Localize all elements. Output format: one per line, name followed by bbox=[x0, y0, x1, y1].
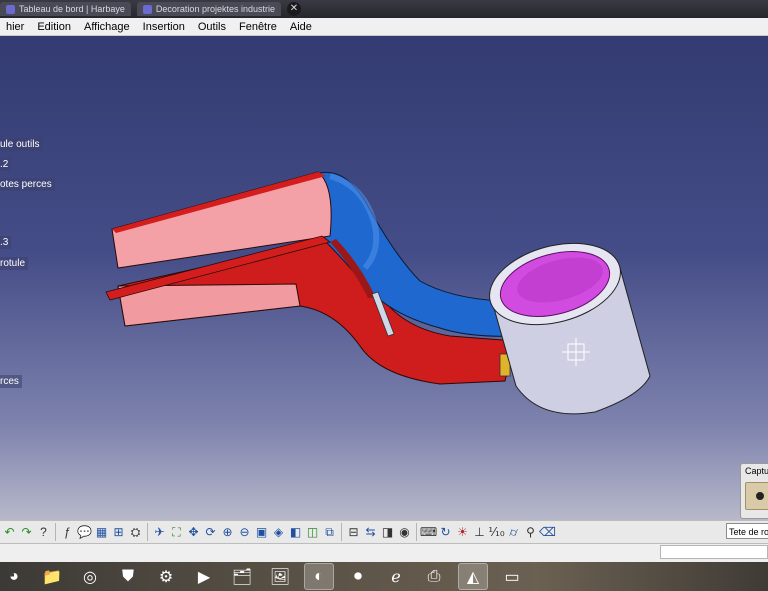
toolbar-separator bbox=[147, 523, 148, 541]
update-icon[interactable]: ⌨ bbox=[420, 523, 437, 541]
window-tab-strip: Tableau de bord | Harbaye Decoration pro… bbox=[0, 0, 768, 18]
menu-insertion[interactable]: Insertion bbox=[137, 21, 192, 33]
tab-app-icon bbox=[142, 4, 152, 14]
file-explorer-icon[interactable]: 📁 bbox=[38, 564, 66, 589]
window-tab-label: Decoration projektes industrie bbox=[155, 4, 275, 14]
redo-icon[interactable]: ↷ bbox=[19, 523, 34, 541]
numeric-icon[interactable]: ⅒ bbox=[488, 523, 504, 541]
printer-icon[interactable]: ⎙ bbox=[420, 564, 448, 589]
security-icon[interactable]: ⛊ bbox=[114, 564, 142, 589]
zoom-out-icon[interactable]: ⊖ bbox=[237, 523, 252, 541]
snapshot-icon[interactable]: ◉ bbox=[397, 523, 412, 541]
toolbar-separator bbox=[341, 523, 342, 541]
settings-gear-icon[interactable]: ⚙ bbox=[152, 564, 180, 589]
chrome-icon[interactable]: ◐ bbox=[304, 563, 334, 590]
fly-mode-icon[interactable]: ✈ bbox=[152, 523, 167, 541]
shading-icon[interactable]: ◧ bbox=[288, 523, 303, 541]
recorder-icon[interactable]: ⏺ bbox=[344, 564, 372, 589]
3d-viewport[interactable]: ule outils .2 otes perces .3 rotule rces bbox=[0, 36, 768, 520]
menu-aide[interactable]: Aide bbox=[284, 21, 319, 33]
close-icon[interactable]: ✕ bbox=[286, 2, 301, 16]
capture-panel-title: Captu bbox=[745, 466, 768, 476]
menu-outils[interactable]: Outils bbox=[192, 21, 233, 33]
iso-view-icon[interactable]: ◈ bbox=[271, 523, 286, 541]
pan-icon[interactable]: ✥ bbox=[186, 523, 201, 541]
paint-icon[interactable]: 🖼 bbox=[266, 564, 294, 589]
window-tab-2[interactable]: Decoration projektes industrie bbox=[136, 2, 281, 16]
window-tab-label: Tableau de bord | Harbaye bbox=[19, 4, 125, 14]
capture-panel: Captu bbox=[740, 463, 768, 519]
video-icon[interactable]: ▶ bbox=[190, 564, 218, 589]
status-input[interactable] bbox=[660, 545, 768, 559]
folder-icon[interactable]: 🗂 bbox=[228, 564, 256, 589]
window-tab-1[interactable]: Tableau de bord | Harbaye bbox=[0, 2, 131, 16]
bottom-toolbar: ↶ ↷ ? ƒ 💬 ▦ ⊞ ⛭ ✈ ⛶ ✥ ⟳ ⊕ ⊖ ▣ ◈ ◧ ◫ ⧉ ⊟ … bbox=[0, 520, 768, 544]
status-bar bbox=[0, 544, 768, 562]
hierarchy-icon[interactable]: ⊞ bbox=[111, 523, 126, 541]
measure-icon[interactable]: ◨ bbox=[380, 523, 395, 541]
cylinder-icon[interactable]: ⌭ bbox=[506, 523, 521, 541]
table-icon[interactable]: ▦ bbox=[94, 523, 109, 541]
media-player-icon[interactable]: ◎ bbox=[76, 564, 104, 589]
axis-icon[interactable]: ↻ bbox=[438, 523, 453, 541]
toolbar-separator bbox=[416, 523, 417, 541]
zoom-in-icon[interactable]: ⊕ bbox=[220, 523, 235, 541]
filter-icon[interactable]: ⚲ bbox=[523, 523, 538, 541]
catalog-icon[interactable]: ⛭ bbox=[128, 523, 143, 541]
swap-space-icon[interactable]: ⧉ bbox=[322, 523, 337, 541]
tab-app-icon bbox=[6, 4, 15, 14]
menu-bar: hier Edition Affichage Insertion Outils … bbox=[0, 18, 768, 36]
rotate-icon[interactable]: ⟳ bbox=[203, 523, 218, 541]
rendering-icon[interactable]: ☀ bbox=[455, 523, 470, 541]
comment-icon[interactable]: 💬 bbox=[77, 523, 92, 541]
menu-file[interactable]: hier bbox=[0, 21, 31, 33]
menu-affichage[interactable]: Affichage bbox=[78, 21, 137, 33]
undo-icon[interactable]: ↶ bbox=[2, 523, 17, 541]
3d-part-model[interactable] bbox=[0, 36, 768, 520]
whats-this-icon[interactable]: ? bbox=[36, 523, 51, 541]
hide-show-icon[interactable]: ◫ bbox=[305, 523, 320, 541]
formula-icon[interactable]: ƒ bbox=[60, 523, 75, 541]
analysis-icon[interactable]: ⇆ bbox=[363, 523, 378, 541]
units-icon[interactable]: ⊥ bbox=[472, 523, 487, 541]
capture-button[interactable] bbox=[745, 482, 768, 510]
normal-view-icon[interactable]: ▣ bbox=[254, 523, 269, 541]
toolbar-separator bbox=[55, 523, 56, 541]
windows-taskbar: ◕ 📁 ◎ ⛊ ⚙ ▶ 🗂 🖼 ◐ ⏺ ℯ ⎙ ◭ ▭ bbox=[0, 562, 768, 591]
eraser-icon[interactable]: ⌫ bbox=[539, 523, 556, 541]
window-icon[interactable]: ▭ bbox=[498, 564, 526, 589]
menu-fenetre[interactable]: Fenêtre bbox=[233, 21, 284, 33]
command-input[interactable]: Tete de rotule bbox=[726, 523, 768, 539]
multi-view-icon[interactable]: ⊟ bbox=[346, 523, 361, 541]
fit-all-icon[interactable]: ⛶ bbox=[169, 523, 184, 541]
menu-edition[interactable]: Edition bbox=[31, 21, 78, 33]
ie-icon[interactable]: ℯ bbox=[382, 564, 410, 589]
start-orb-icon[interactable]: ◕ bbox=[0, 564, 28, 589]
catia-icon[interactable]: ◭ bbox=[458, 563, 488, 590]
